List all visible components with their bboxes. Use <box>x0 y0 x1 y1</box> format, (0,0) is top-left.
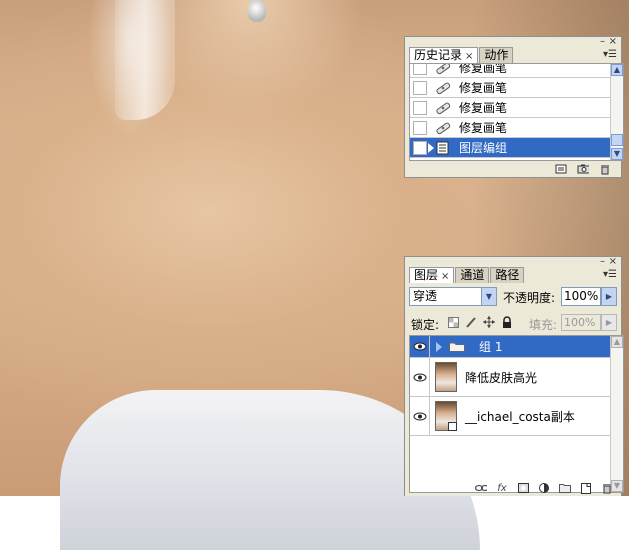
trash-icon[interactable] <box>601 483 613 493</box>
chevron-down-icon[interactable]: ▼ <box>481 288 496 305</box>
scroll-down-icon[interactable]: ▼ <box>611 148 623 160</box>
panel-menu-icon[interactable]: ▾☰ <box>603 269 617 280</box>
layer-row-group[interactable]: 组 1 <box>410 336 610 358</box>
tab-paths[interactable]: 路径 <box>490 267 525 283</box>
history-list: 修复画笔 修复画笔 修复画笔 修复画笔 图层编组 ▲ ▼ <box>409 63 624 161</box>
layers-tabs: 图层 × 通道 路径 ▾☰ <box>405 267 621 283</box>
new-group-folder-icon[interactable] <box>559 483 571 493</box>
history-tabs: 历史记录 × 动作 ▾☰ <box>405 47 621 63</box>
scroll-up-icon[interactable]: ▲ <box>611 64 623 76</box>
layers-panel-footer: fx <box>405 480 621 496</box>
history-panel: – × 历史记录 × 动作 ▾☰ 修复画笔 修复画笔 修复画笔 修复画笔 图层编… <box>404 36 624 178</box>
close-tab-icon[interactable]: × <box>465 51 473 62</box>
healing-brush-icon <box>433 80 453 96</box>
opacity-slider-button[interactable]: ▶ <box>601 287 617 306</box>
layer-name: __ichael_costa副本 <box>465 409 575 424</box>
history-snapshot-checkbox[interactable] <box>413 140 427 155</box>
tab-channels[interactable]: 通道 <box>455 267 490 283</box>
tab-actions[interactable]: 动作 <box>479 47 514 63</box>
eye-icon[interactable] <box>410 358 430 396</box>
adjustment-layer-icon[interactable] <box>538 483 550 493</box>
history-snapshot-checkbox[interactable] <box>413 64 427 75</box>
fill-input[interactable]: 100% <box>561 314 601 331</box>
add-mask-icon[interactable] <box>517 483 529 493</box>
layer-row[interactable]: __ichael_costa副本 <box>410 397 610 436</box>
lock-pixels-brush-icon[interactable] <box>465 316 477 328</box>
eye-icon[interactable] <box>410 336 430 357</box>
layer-thumbnail <box>435 401 457 431</box>
new-document-from-state-icon[interactable] <box>555 164 567 174</box>
link-layers-icon[interactable] <box>475 483 487 493</box>
tab-layers[interactable]: 图层 × <box>409 267 455 283</box>
history-state-marker-icon <box>428 143 434 153</box>
lock-transparency-icon[interactable] <box>447 316 459 328</box>
trash-icon[interactable] <box>599 164 611 174</box>
layer-options-row: 穿透 ▼ 不透明度: 100% ▶ <box>409 287 621 309</box>
layers-panel-titlebar[interactable]: – × <box>405 257 621 267</box>
smart-object-icon <box>448 422 457 431</box>
lock-position-move-icon[interactable] <box>483 316 495 328</box>
photo-earring <box>248 0 266 22</box>
history-snapshot-checkbox[interactable] <box>413 100 427 115</box>
history-panel-titlebar[interactable]: – × <box>405 37 621 47</box>
scroll-up-icon[interactable]: ▲ <box>611 336 623 348</box>
fill-slider-button[interactable]: ▶ <box>601 314 617 331</box>
layer-thumbnail <box>435 362 457 392</box>
layer-group-icon <box>433 140 453 156</box>
close-tab-icon[interactable]: × <box>441 271 449 282</box>
close-panel-icon[interactable]: × <box>609 257 617 267</box>
history-scrollbar[interactable]: ▲ ▼ <box>610 64 623 160</box>
layer-row[interactable]: 降低皮肤高光 <box>410 358 610 397</box>
minimize-icon[interactable]: – <box>600 257 605 267</box>
history-snapshot-checkbox[interactable] <box>413 120 427 135</box>
lock-all-icon[interactable] <box>501 316 513 328</box>
history-item[interactable]: 修复画笔 <box>410 118 610 138</box>
lock-label: 锁定: <box>411 318 440 332</box>
layer-name: 降低皮肤高光 <box>465 370 538 385</box>
new-layer-icon[interactable] <box>580 482 592 494</box>
healing-brush-icon <box>433 120 453 136</box>
blend-mode-select[interactable]: 穿透 ▼ <box>409 287 497 306</box>
close-panel-icon[interactable]: × <box>609 37 617 47</box>
lock-row: 锁定: 填充: 100% ▶ <box>409 313 621 333</box>
healing-brush-icon <box>433 100 453 116</box>
opacity-input[interactable]: 100% <box>561 287 601 306</box>
opacity-label: 不透明度: <box>503 291 556 305</box>
folder-icon <box>449 341 465 352</box>
layer-style-fx-icon[interactable]: fx <box>496 483 508 494</box>
minimize-icon[interactable]: – <box>600 37 605 47</box>
fill-label: 填充: <box>529 318 558 332</box>
history-item[interactable]: 修复画笔 <box>410 78 610 98</box>
history-item[interactable]: 修复画笔 <box>410 98 610 118</box>
layers-panel: – × 图层 × 通道 路径 ▾☰ 穿透 ▼ 不透明度: 100% ▶ 锁定: 填… <box>404 256 624 496</box>
layers-scrollbar[interactable]: ▲ ▼ <box>610 336 623 492</box>
layer-name: 组 1 <box>479 340 503 354</box>
healing-brush-icon <box>433 64 453 76</box>
photo-veil <box>115 0 175 120</box>
history-panel-footer <box>405 161 621 177</box>
panel-menu-icon[interactable]: ▾☰ <box>603 49 617 60</box>
eye-icon[interactable] <box>410 397 430 435</box>
new-snapshot-icon[interactable] <box>577 164 589 174</box>
expand-triangle-icon[interactable] <box>436 341 442 352</box>
layer-list: 组 1 降低皮肤高光 __ichael_costa副本 ▲ ▼ <box>409 335 624 493</box>
history-item-selected[interactable]: 图层编组 <box>410 138 610 158</box>
history-item[interactable]: 修复画笔 <box>410 64 610 78</box>
scrollbar-thumb[interactable] <box>611 134 623 146</box>
history-snapshot-checkbox[interactable] <box>413 80 427 95</box>
tab-history[interactable]: 历史记录 × <box>409 47 479 63</box>
